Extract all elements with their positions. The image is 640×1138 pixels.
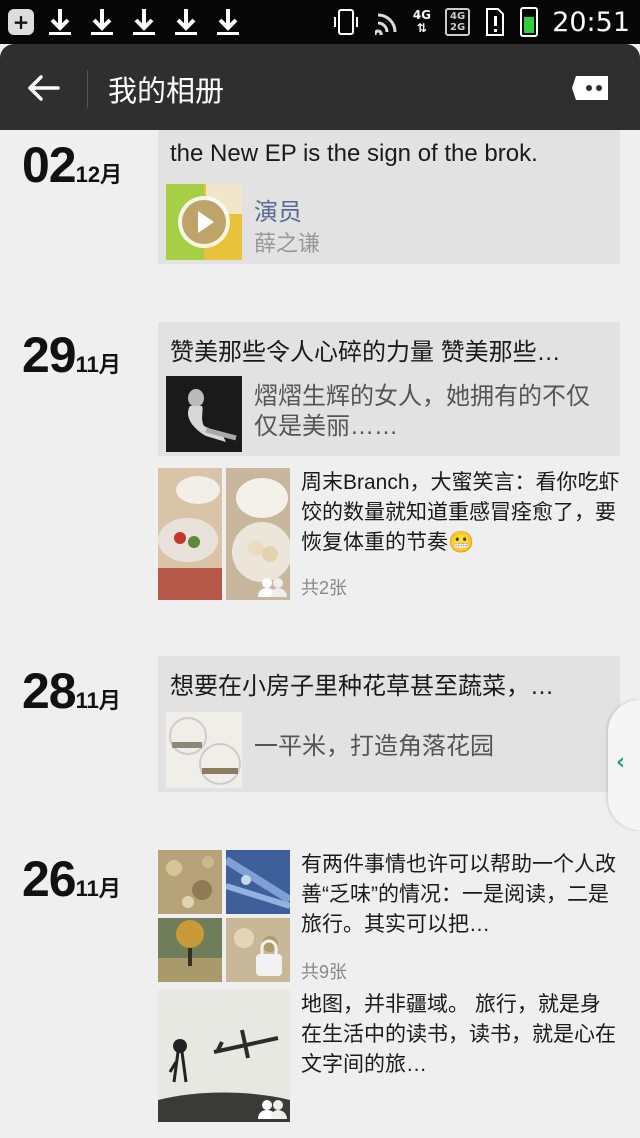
photo-post[interactable]: 地图，并非疆域。 旅行，就是身在生活中的读书，读书，就是心在文字间的旅… (158, 990, 628, 1122)
post-date: 2811月 (22, 662, 121, 720)
post-text: 周末Branch，大蜜笑言：看你吃虾饺的数量就知道重感冒痊愈了，要恢复体重的节奏… (301, 471, 620, 554)
download-icon (217, 9, 239, 35)
post-day: 02 (22, 137, 77, 193)
article-share-card[interactable]: 赞美那些令人心碎的力量 赞美那些… 熠熠生辉的女人，她拥有的不仅仅是美丽…… (158, 322, 620, 456)
post-photo[interactable] (226, 468, 290, 600)
post-month: 12月 (75, 162, 123, 187)
post-photo[interactable] (158, 468, 222, 600)
post-month: 11月 (75, 688, 121, 713)
music-artist: 薛之谦 (254, 231, 321, 256)
vibrate-icon (333, 9, 358, 35)
download-icon (175, 9, 197, 35)
card-description: 熠熠生辉的女人，她拥有的不仅仅是美丽…… (254, 383, 590, 440)
divider (87, 70, 88, 108)
sim-signal-icon: 4G 2G (445, 8, 471, 36)
photo-count: 共2张 (301, 578, 348, 598)
card-title: the New EP is the sign of the brok. (170, 140, 538, 167)
post-day: 26 (22, 851, 77, 907)
post-photo[interactable] (226, 850, 290, 914)
post-photo[interactable] (158, 990, 290, 1122)
multi-photo-icon (258, 578, 287, 597)
photo-post[interactable]: 周末Branch，大蜜笑言：看你吃虾饺的数量就知道重感冒痊愈了，要恢复体重的节奏… (158, 468, 628, 600)
post-day: 29 (22, 327, 77, 383)
wifi-signal-icon (374, 13, 397, 35)
music-thumbnail (166, 184, 242, 260)
post-month: 11月 (75, 352, 121, 377)
post-text: 有两件事情也许可以帮助一个人改善“乏味”的情况：一是阅读，二是旅行。其实可以把… (301, 853, 616, 936)
lock-icon (256, 948, 284, 976)
article-thumbnail (166, 376, 242, 452)
multi-photo-icon (258, 1100, 287, 1119)
card-title: 想要在小房子里种花草甚至蔬菜，… (170, 673, 554, 700)
post-text: 地图，并非疆域。 旅行，就是身在生活中的读书，读书，就是心在文字间的旅… (301, 993, 616, 1076)
post-date: 0212月 (22, 136, 122, 194)
download-icon (91, 9, 113, 35)
article-thumbnail (166, 712, 242, 788)
post-day: 28 (22, 663, 77, 719)
card-description: 一平米，打造角落花园 (254, 733, 494, 760)
title-bar: 我的相册 (0, 44, 640, 130)
play-icon (166, 184, 242, 260)
photo-count: 共9张 (301, 962, 348, 982)
message-icon[interactable] (572, 74, 612, 102)
post-photo[interactable] (226, 918, 290, 982)
post-photo[interactable] (158, 918, 222, 982)
page-title: 我的相册 (108, 76, 225, 108)
plus-notification-icon: + (8, 9, 34, 35)
network-type: 4G ⇅ (412, 8, 432, 35)
article-share-card[interactable]: 想要在小房子里种花草甚至蔬菜，… 一平米，打造角落花园 (158, 656, 620, 792)
status-bar: + 4G ⇅ 4G 2G 20:51 (0, 0, 640, 44)
post-date: 2911月 (22, 326, 121, 384)
post-date: 2611月 (22, 850, 121, 908)
side-drawer-handle[interactable]: ‹ (608, 700, 640, 830)
sim-alert-icon (486, 8, 505, 36)
post-month: 11月 (75, 876, 121, 901)
album-feed: 0212月 the New EP is the sign of the brok… (0, 130, 640, 1138)
battery-icon (520, 7, 539, 37)
download-icon (49, 9, 71, 35)
chevron-left-icon: ‹ (616, 750, 626, 775)
download-icon (133, 9, 155, 35)
music-share-card[interactable]: the New EP is the sign of the brok. 演员 薛… (158, 130, 620, 264)
post-photo[interactable] (158, 850, 222, 914)
card-title: 赞美那些令人心碎的力量 赞美那些… (170, 339, 561, 366)
photo-post[interactable]: 有两件事情也许可以帮助一个人改善“乏味”的情况：一是阅读，二是旅行。其实可以把…… (158, 848, 628, 982)
back-arrow-icon[interactable] (22, 66, 66, 110)
clock: 20:51 (552, 6, 630, 38)
music-title: 演员 (254, 199, 302, 226)
